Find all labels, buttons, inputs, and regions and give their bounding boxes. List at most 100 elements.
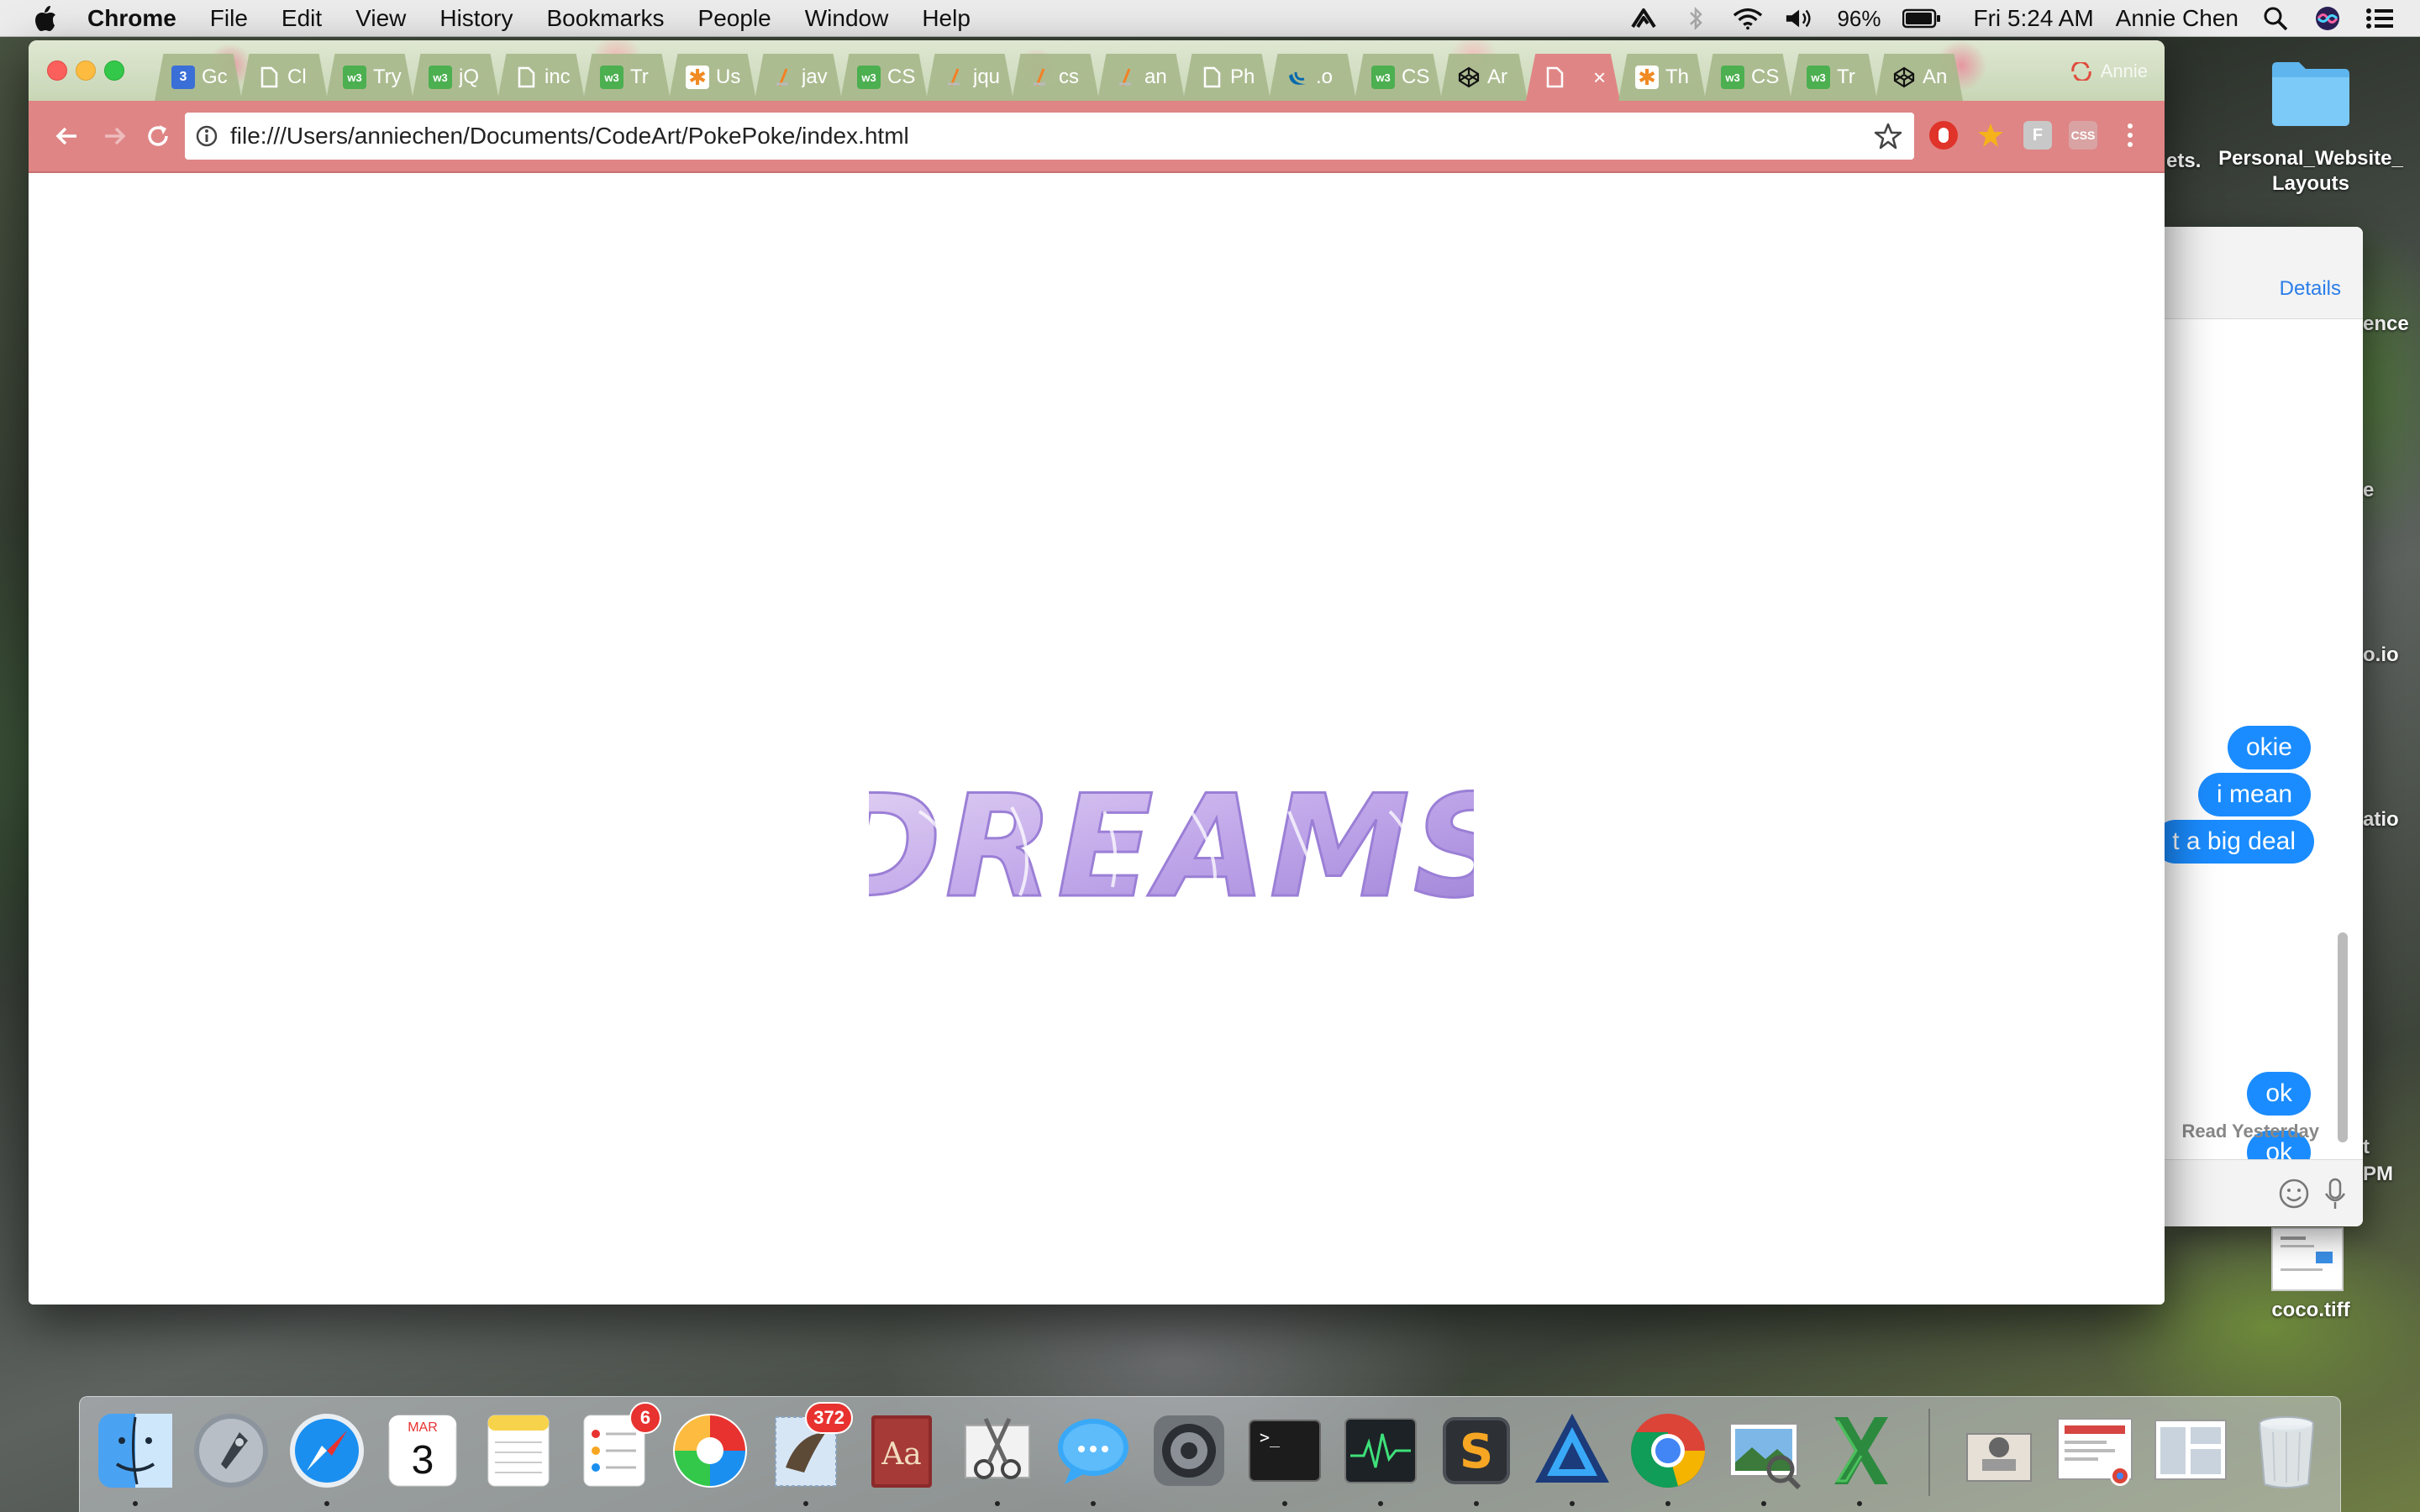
- message-bubble[interactable]: ok: [2247, 1072, 2311, 1116]
- terminal-icon[interactable]: >_: [1243, 1409, 1327, 1493]
- tiff-file-icon[interactable]: [2269, 1226, 2346, 1296]
- notes-icon[interactable]: [476, 1409, 560, 1493]
- profile-button[interactable]: Annie: [2070, 60, 2148, 82]
- app-menu-chrome[interactable]: Chrome: [87, 5, 176, 32]
- window-close-button[interactable]: [47, 60, 67, 81]
- creative-cloud-icon[interactable]: [1628, 7, 1659, 30]
- tab[interactable]: Ar: [1440, 54, 1528, 101]
- notification-center-icon[interactable]: [2365, 7, 2395, 30]
- stack-screenshots-icon[interactable]: [2149, 1409, 2233, 1493]
- tab[interactable]: An: [1876, 54, 1963, 101]
- menu-file[interactable]: File: [210, 5, 248, 32]
- message-bubble[interactable]: okie: [2227, 726, 2311, 769]
- mail-icon[interactable]: 372: [764, 1402, 853, 1493]
- volume-icon[interactable]: [1785, 7, 1815, 30]
- calendar-icon[interactable]: MAR 3: [381, 1409, 465, 1493]
- preview-scissors-icon[interactable]: [955, 1409, 1039, 1493]
- stack-documents-icon[interactable]: [2053, 1409, 2137, 1493]
- finder-icon[interactable]: [93, 1409, 177, 1493]
- window-minimize-button[interactable]: [76, 60, 96, 81]
- forward-button[interactable]: [94, 116, 134, 156]
- tiff-file-label[interactable]: coco.tiff: [2227, 1299, 2395, 1322]
- url-text[interactable]: file:///Users/anniechen/Documents/CodeAr…: [230, 123, 1874, 150]
- safari-icon[interactable]: [285, 1409, 369, 1493]
- tab[interactable]: ✱ Us: [669, 54, 756, 101]
- favorites-extension-icon[interactable]: [1976, 121, 2005, 150]
- chrome-menu-icon[interactable]: [2116, 121, 2144, 150]
- tab[interactable]: an: [1097, 54, 1185, 101]
- tab[interactable]: w3 jQ: [412, 54, 499, 101]
- chrome-icon[interactable]: [1626, 1409, 1710, 1493]
- asterisk-icon: ✱: [686, 65, 709, 90]
- battery-icon[interactable]: [1902, 7, 1941, 30]
- launchpad-icon[interactable]: [189, 1409, 273, 1493]
- tab[interactable]: Ph: [1183, 54, 1270, 101]
- tab[interactable]: w3 CS: [840, 54, 928, 101]
- affinity-designer-icon[interactable]: [1530, 1409, 1614, 1493]
- menubar-user-name[interactable]: Annie Chen: [2116, 5, 2238, 32]
- bluetooth-icon[interactable]: [1681, 6, 1711, 31]
- stack-downloads-icon[interactable]: [1957, 1409, 2041, 1493]
- tab[interactable]: cs: [1012, 54, 1099, 101]
- emoji-icon[interactable]: [2277, 1177, 2311, 1210]
- menu-edit[interactable]: Edit: [281, 5, 322, 32]
- menu-history[interactable]: History: [439, 5, 513, 32]
- siri-icon[interactable]: [2312, 7, 2343, 30]
- message-bubble[interactable]: i mean: [2197, 773, 2311, 816]
- back-button[interactable]: [47, 116, 87, 156]
- dictionary-icon[interactable]: Aa: [860, 1409, 944, 1493]
- tab-active[interactable]: ×: [1526, 54, 1620, 101]
- wifi-icon[interactable]: [1733, 7, 1763, 30]
- tab[interactable]: 3 Gc: [155, 54, 242, 101]
- menubar-clock[interactable]: Fri 5:24 AM: [1973, 5, 2093, 32]
- photos-icon[interactable]: [668, 1409, 752, 1493]
- adblock-extension-icon[interactable]: [1929, 121, 1958, 150]
- preview-icon[interactable]: [1722, 1409, 1806, 1493]
- details-link[interactable]: Details: [2280, 277, 2341, 301]
- tab-title: jQ: [459, 66, 479, 88]
- conversation-transcript[interactable]: okie i mean t a big deal ok sigh: [2165, 319, 2363, 1221]
- calendar-icon: 3: [171, 66, 195, 89]
- menu-bookmarks[interactable]: Bookmarks: [546, 5, 664, 32]
- page-viewport[interactable]: DREAMS: [29, 173, 2165, 1305]
- menu-view[interactable]: View: [355, 5, 406, 32]
- address-bar[interactable]: file:///Users/anniechen/Documents/CodeAr…: [185, 113, 1914, 160]
- transcript-scrollbar[interactable]: [2338, 932, 2348, 1142]
- excel-icon[interactable]: [1818, 1409, 1902, 1493]
- tab[interactable]: w3 Try: [326, 54, 413, 101]
- tab[interactable]: jqu: [926, 54, 1013, 101]
- window-zoom-button[interactable]: [104, 60, 124, 81]
- reload-button[interactable]: [138, 116, 178, 156]
- apple-menu-icon[interactable]: [34, 5, 67, 32]
- folder-icon[interactable]: [2269, 57, 2353, 132]
- menu-help[interactable]: Help: [922, 5, 971, 32]
- menu-window[interactable]: Window: [805, 5, 889, 32]
- tab[interactable]: inc: [497, 54, 585, 101]
- css-viewer-extension-icon[interactable]: CSS: [2069, 121, 2097, 150]
- tab[interactable]: ✱ Th: [1618, 54, 1706, 101]
- feedly-extension-icon[interactable]: F: [2023, 121, 2052, 150]
- trash-icon[interactable]: [2244, 1409, 2328, 1493]
- bookmark-star-icon[interactable]: [1874, 122, 1902, 150]
- activity-monitor-icon[interactable]: [1339, 1409, 1423, 1493]
- tab[interactable]: w3 CS: [1355, 54, 1442, 101]
- spotlight-search-icon[interactable]: [2260, 7, 2291, 31]
- menu-people[interactable]: People: [698, 5, 771, 32]
- tab[interactable]: jav: [755, 54, 842, 101]
- calendar-day: 3: [411, 1438, 434, 1483]
- microphone-icon[interactable]: [2323, 1177, 2348, 1210]
- tab[interactable]: .o: [1269, 54, 1356, 101]
- message-bubble[interactable]: t a big deal: [2165, 820, 2314, 864]
- tab[interactable]: w3 CS: [1704, 54, 1791, 101]
- tab[interactable]: w3 Tr: [1790, 54, 1877, 101]
- folder-label[interactable]: Personal_Website_ Layouts: [2210, 146, 2412, 197]
- tab-title: Ph: [1230, 66, 1255, 88]
- reminders-icon[interactable]: 6: [572, 1402, 661, 1493]
- tab-close-icon[interactable]: ×: [1593, 65, 1606, 91]
- tab[interactable]: w3 Tr: [583, 54, 671, 101]
- messages-icon[interactable]: [1051, 1409, 1135, 1493]
- system-preferences-icon[interactable]: [1147, 1409, 1231, 1493]
- tab[interactable]: Cl: [240, 54, 328, 101]
- sublime-text-icon[interactable]: S: [1434, 1409, 1518, 1493]
- info-icon[interactable]: [195, 124, 218, 148]
